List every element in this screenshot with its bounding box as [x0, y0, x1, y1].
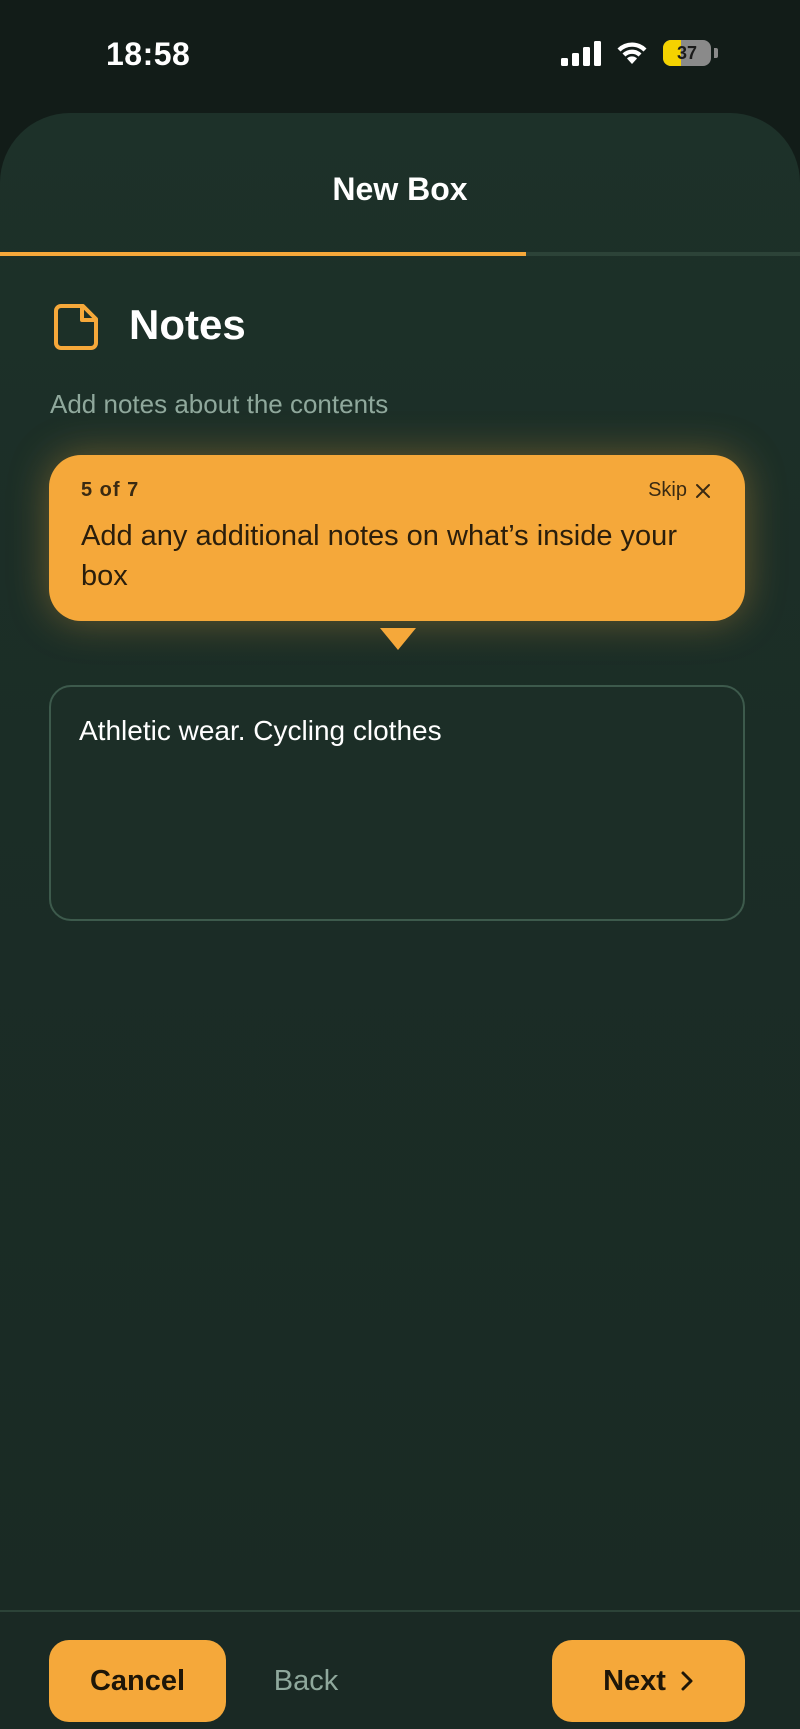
- battery-icon: 37: [663, 40, 711, 66]
- progress-fill: [0, 252, 526, 256]
- status-time: 18:58: [106, 36, 191, 72]
- onboarding-tooltip: 5 of 7 Skip Add any additional notes on …: [49, 455, 745, 621]
- screen: 18:58 37 New Box Notes Add notes about t…: [0, 0, 800, 1729]
- cancel-button[interactable]: Cancel: [49, 1640, 226, 1722]
- note-icon: [54, 304, 98, 350]
- skip-label: Skip: [648, 479, 687, 501]
- footer-bar: Cancel Back Next: [0, 1610, 800, 1729]
- status-bar: 18:58 37: [0, 0, 800, 110]
- close-icon: [696, 483, 710, 498]
- notes-input[interactable]: Athletic wear. Cycling clothes: [49, 685, 745, 921]
- cancel-label: Cancel: [89, 1664, 186, 1697]
- new-box-sheet: New Box Notes Add notes about the conten…: [0, 113, 800, 1729]
- tooltip-text: Add any additional notes on what’s insid…: [81, 520, 677, 592]
- section-subtitle: Add notes about the contents: [50, 389, 389, 419]
- battery-nub: [714, 48, 718, 58]
- status-icons: 37: [561, 40, 718, 66]
- skip-button[interactable]: Skip: [648, 479, 711, 502]
- next-label: Next: [603, 1664, 666, 1697]
- tooltip-arrow: [380, 628, 416, 650]
- sheet-title: New Box: [332, 171, 468, 207]
- section-title: Notes: [129, 301, 246, 348]
- chevron-right-icon: [681, 1671, 693, 1691]
- tooltip-step-counter: 5 of 7: [81, 479, 140, 501]
- wifi-icon: [617, 42, 647, 64]
- back-label: Back: [273, 1664, 339, 1697]
- progress-bar: [0, 252, 800, 256]
- next-button[interactable]: Next: [552, 1640, 745, 1722]
- battery-level: 37: [676, 42, 698, 63]
- signal-icon: [561, 41, 601, 66]
- back-button[interactable]: Back: [256, 1640, 356, 1722]
